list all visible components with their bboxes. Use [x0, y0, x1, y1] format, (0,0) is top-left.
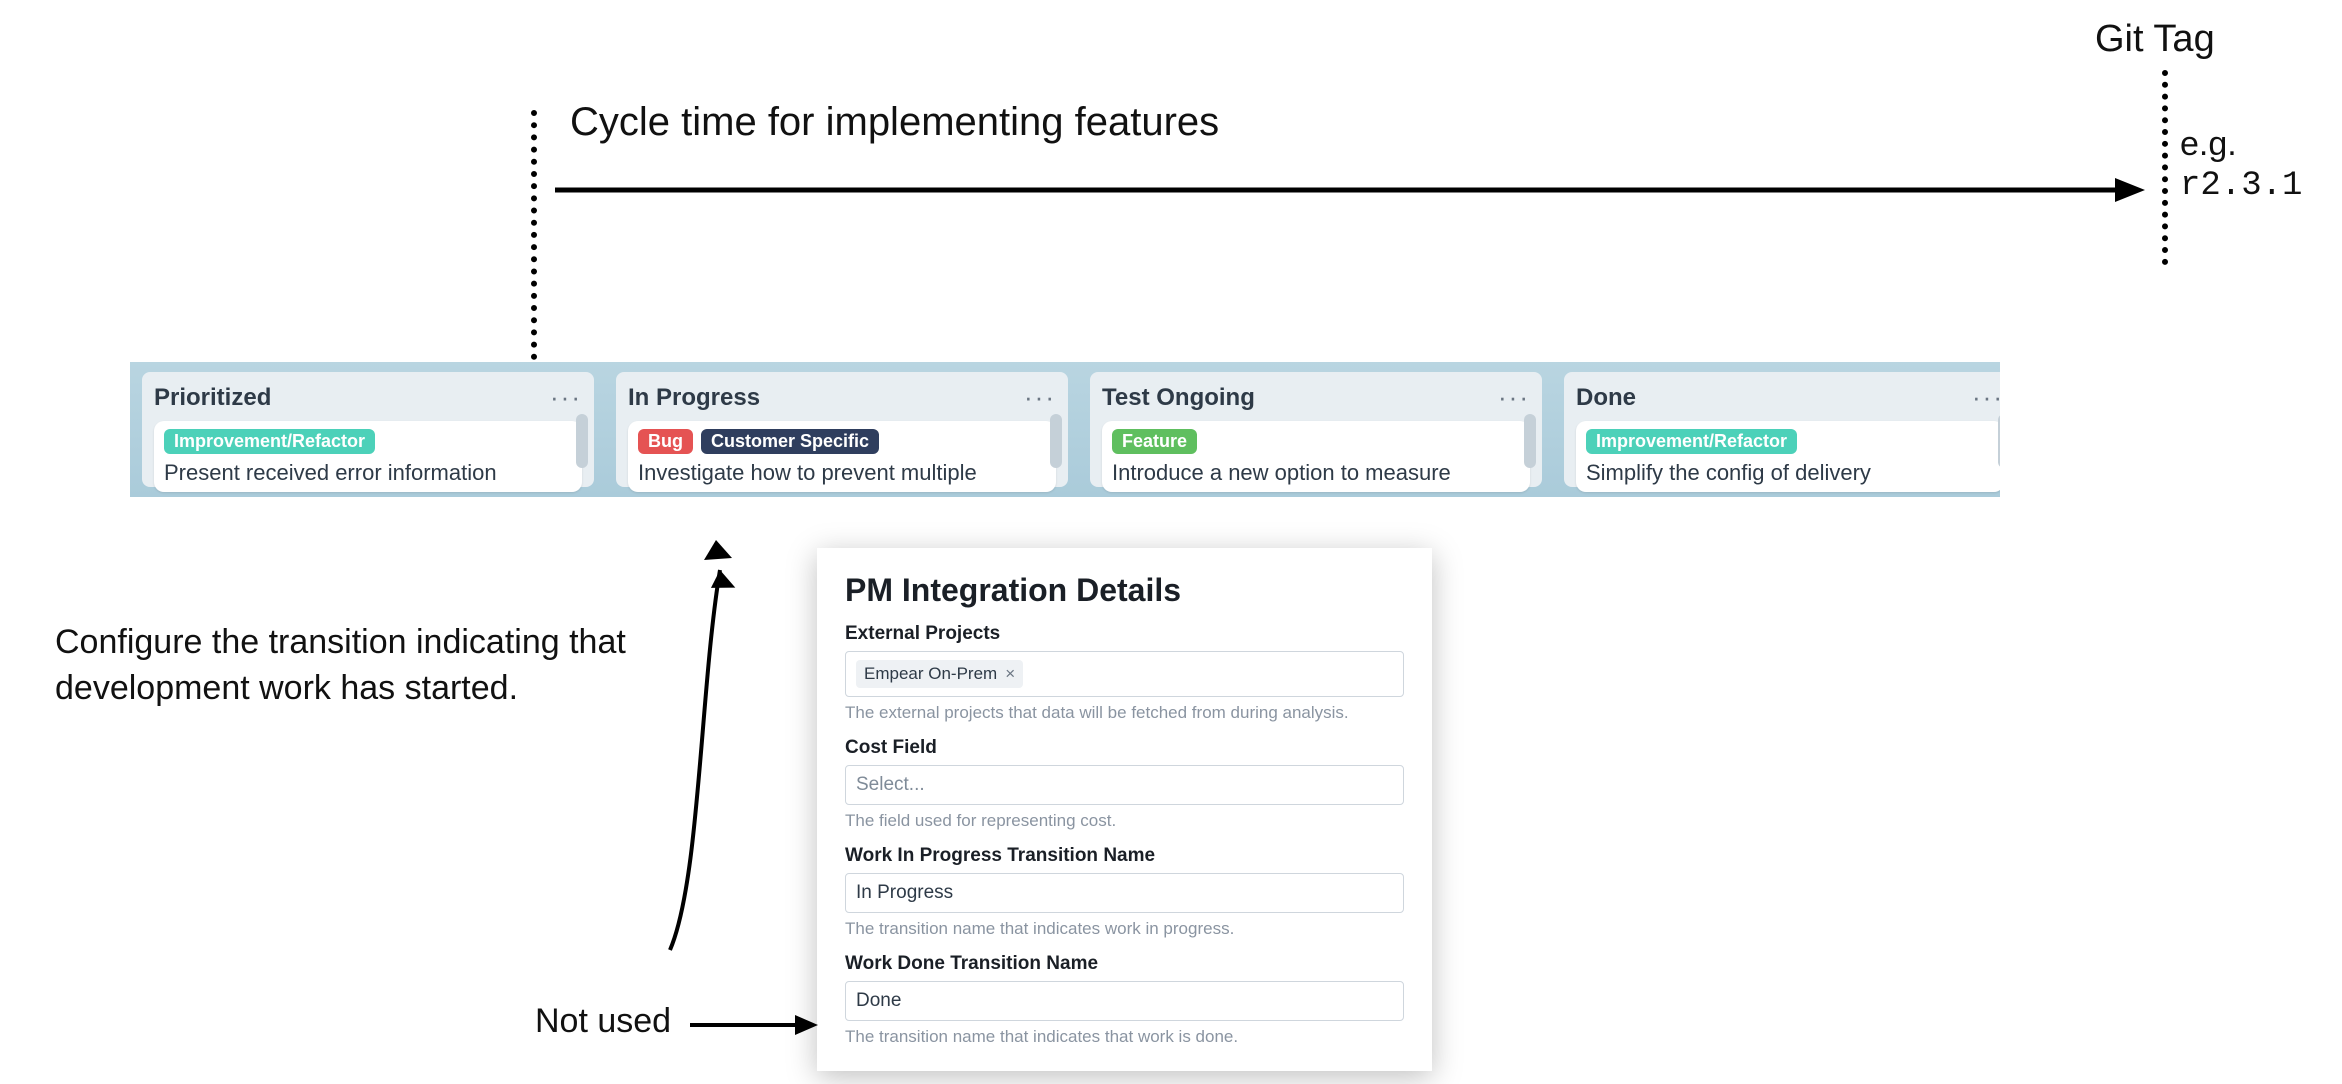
column-title: In Progress [628, 384, 760, 412]
column-scrollbar[interactable] [576, 414, 588, 468]
panel-heading: PM Integration Details [845, 572, 1404, 609]
kanban-card[interactable]: Bug Customer Specific Investigate how to… [628, 421, 1056, 492]
column-menu-icon[interactable]: ··· [1024, 382, 1056, 413]
kanban-board: Prioritized ··· Improvement/Refactor Pre… [130, 362, 2000, 497]
git-tag-example-prefix: e.g. [2180, 125, 2237, 163]
kanban-column: Test Ongoing ··· Feature Introduce a new… [1090, 372, 1542, 487]
annotation-not-used-arrow-icon [690, 1005, 820, 1045]
card-title: Investigate how to prevent multiple [638, 460, 1046, 486]
field-help: The field used for representing cost. [845, 811, 1404, 831]
card-title: Simplify the config of delivery [1586, 460, 1994, 486]
card-label: Bug [638, 429, 693, 454]
done-transition-input[interactable]: Done [845, 981, 1404, 1021]
field-label: External Projects [845, 623, 1404, 645]
kanban-column: In Progress ··· Bug Customer Specific In… [616, 372, 1068, 487]
git-tag-label: Git Tag [2095, 18, 2215, 61]
card-title: Present received error information [164, 460, 572, 486]
external-projects-input[interactable]: Empear On-Prem × [845, 651, 1404, 697]
cycle-start-marker [531, 110, 537, 360]
external-project-chip: Empear On-Prem × [856, 660, 1023, 688]
git-tag-example-code: r2.3.1 [2180, 167, 2302, 205]
card-label: Customer Specific [701, 429, 879, 454]
chip-text: Empear On-Prem [864, 664, 997, 684]
field-help: The transition name that indicates work … [845, 919, 1404, 939]
card-label: Feature [1112, 429, 1197, 454]
column-scrollbar[interactable] [1998, 414, 2000, 468]
cost-field-select[interactable]: Select... [845, 765, 1404, 805]
chip-remove-icon[interactable]: × [1005, 664, 1015, 684]
column-title: Prioritized [154, 384, 271, 412]
annotation-configure: Configure the transition indicating that… [55, 620, 675, 712]
cycle-time-title: Cycle time for implementing features [570, 100, 1219, 145]
field-label: Work Done Transition Name [845, 953, 1404, 975]
card-title: Introduce a new option to measure [1112, 460, 1520, 486]
kanban-card[interactable]: Feature Introduce a new option to measur… [1102, 421, 1530, 492]
field-help: The external projects that data will be … [845, 703, 1404, 723]
column-menu-icon[interactable]: ··· [1972, 382, 2000, 413]
kanban-column: Prioritized ··· Improvement/Refactor Pre… [142, 372, 594, 487]
card-label: Improvement/Refactor [164, 429, 375, 454]
card-label: Improvement/Refactor [1586, 429, 1797, 454]
column-scrollbar[interactable] [1050, 414, 1062, 468]
annotation-configure-arrow-icon [660, 530, 820, 960]
column-title: Test Ongoing [1102, 384, 1255, 412]
kanban-card[interactable]: Improvement/Refactor Simplify the config… [1576, 421, 2000, 492]
git-tag-example: e.g. r2.3.1 [2180, 125, 2342, 205]
cycle-time-arrow-icon [555, 170, 2145, 210]
cycle-end-marker [2162, 70, 2168, 265]
column-scrollbar[interactable] [1524, 414, 1536, 468]
kanban-column: Done ··· Improvement/Refactor Simplify t… [1564, 372, 2000, 487]
field-label: Cost Field [845, 737, 1404, 759]
kanban-card[interactable]: Improvement/Refactor Present received er… [154, 421, 582, 492]
pm-integration-panel: PM Integration Details External Projects… [817, 548, 1432, 1071]
wip-transition-input[interactable]: In Progress [845, 873, 1404, 913]
column-title: Done [1576, 384, 1636, 412]
field-label: Work In Progress Transition Name [845, 845, 1404, 867]
column-menu-icon[interactable]: ··· [550, 382, 582, 413]
field-help: The transition name that indicates that … [845, 1027, 1404, 1047]
annotation-not-used: Not used [535, 1002, 671, 1041]
column-menu-icon[interactable]: ··· [1498, 382, 1530, 413]
